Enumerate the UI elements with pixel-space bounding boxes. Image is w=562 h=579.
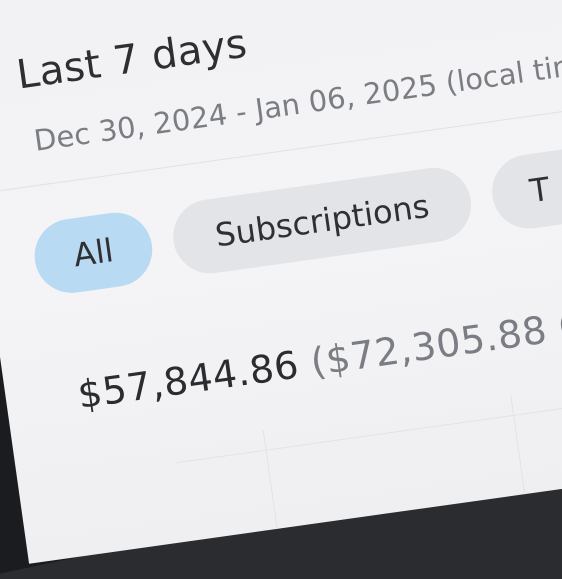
summary-amount: $57,844.86 ($72,305.88 G [75,302,562,417]
tab-subscriptions[interactable]: Subscriptions [168,163,476,279]
filter-tabs: All Subscriptions T [29,143,562,298]
period-title: Last 7 days [13,20,250,99]
tab-all[interactable]: All [29,207,157,298]
gross-amount: ($72,305.88 G [307,301,562,385]
net-amount: $57,844.86 [75,342,302,418]
app-screen: Last 7 days Dec 30, 2024 - Jan 06, 2025 … [0,0,562,564]
tab-third[interactable]: T [487,143,562,234]
